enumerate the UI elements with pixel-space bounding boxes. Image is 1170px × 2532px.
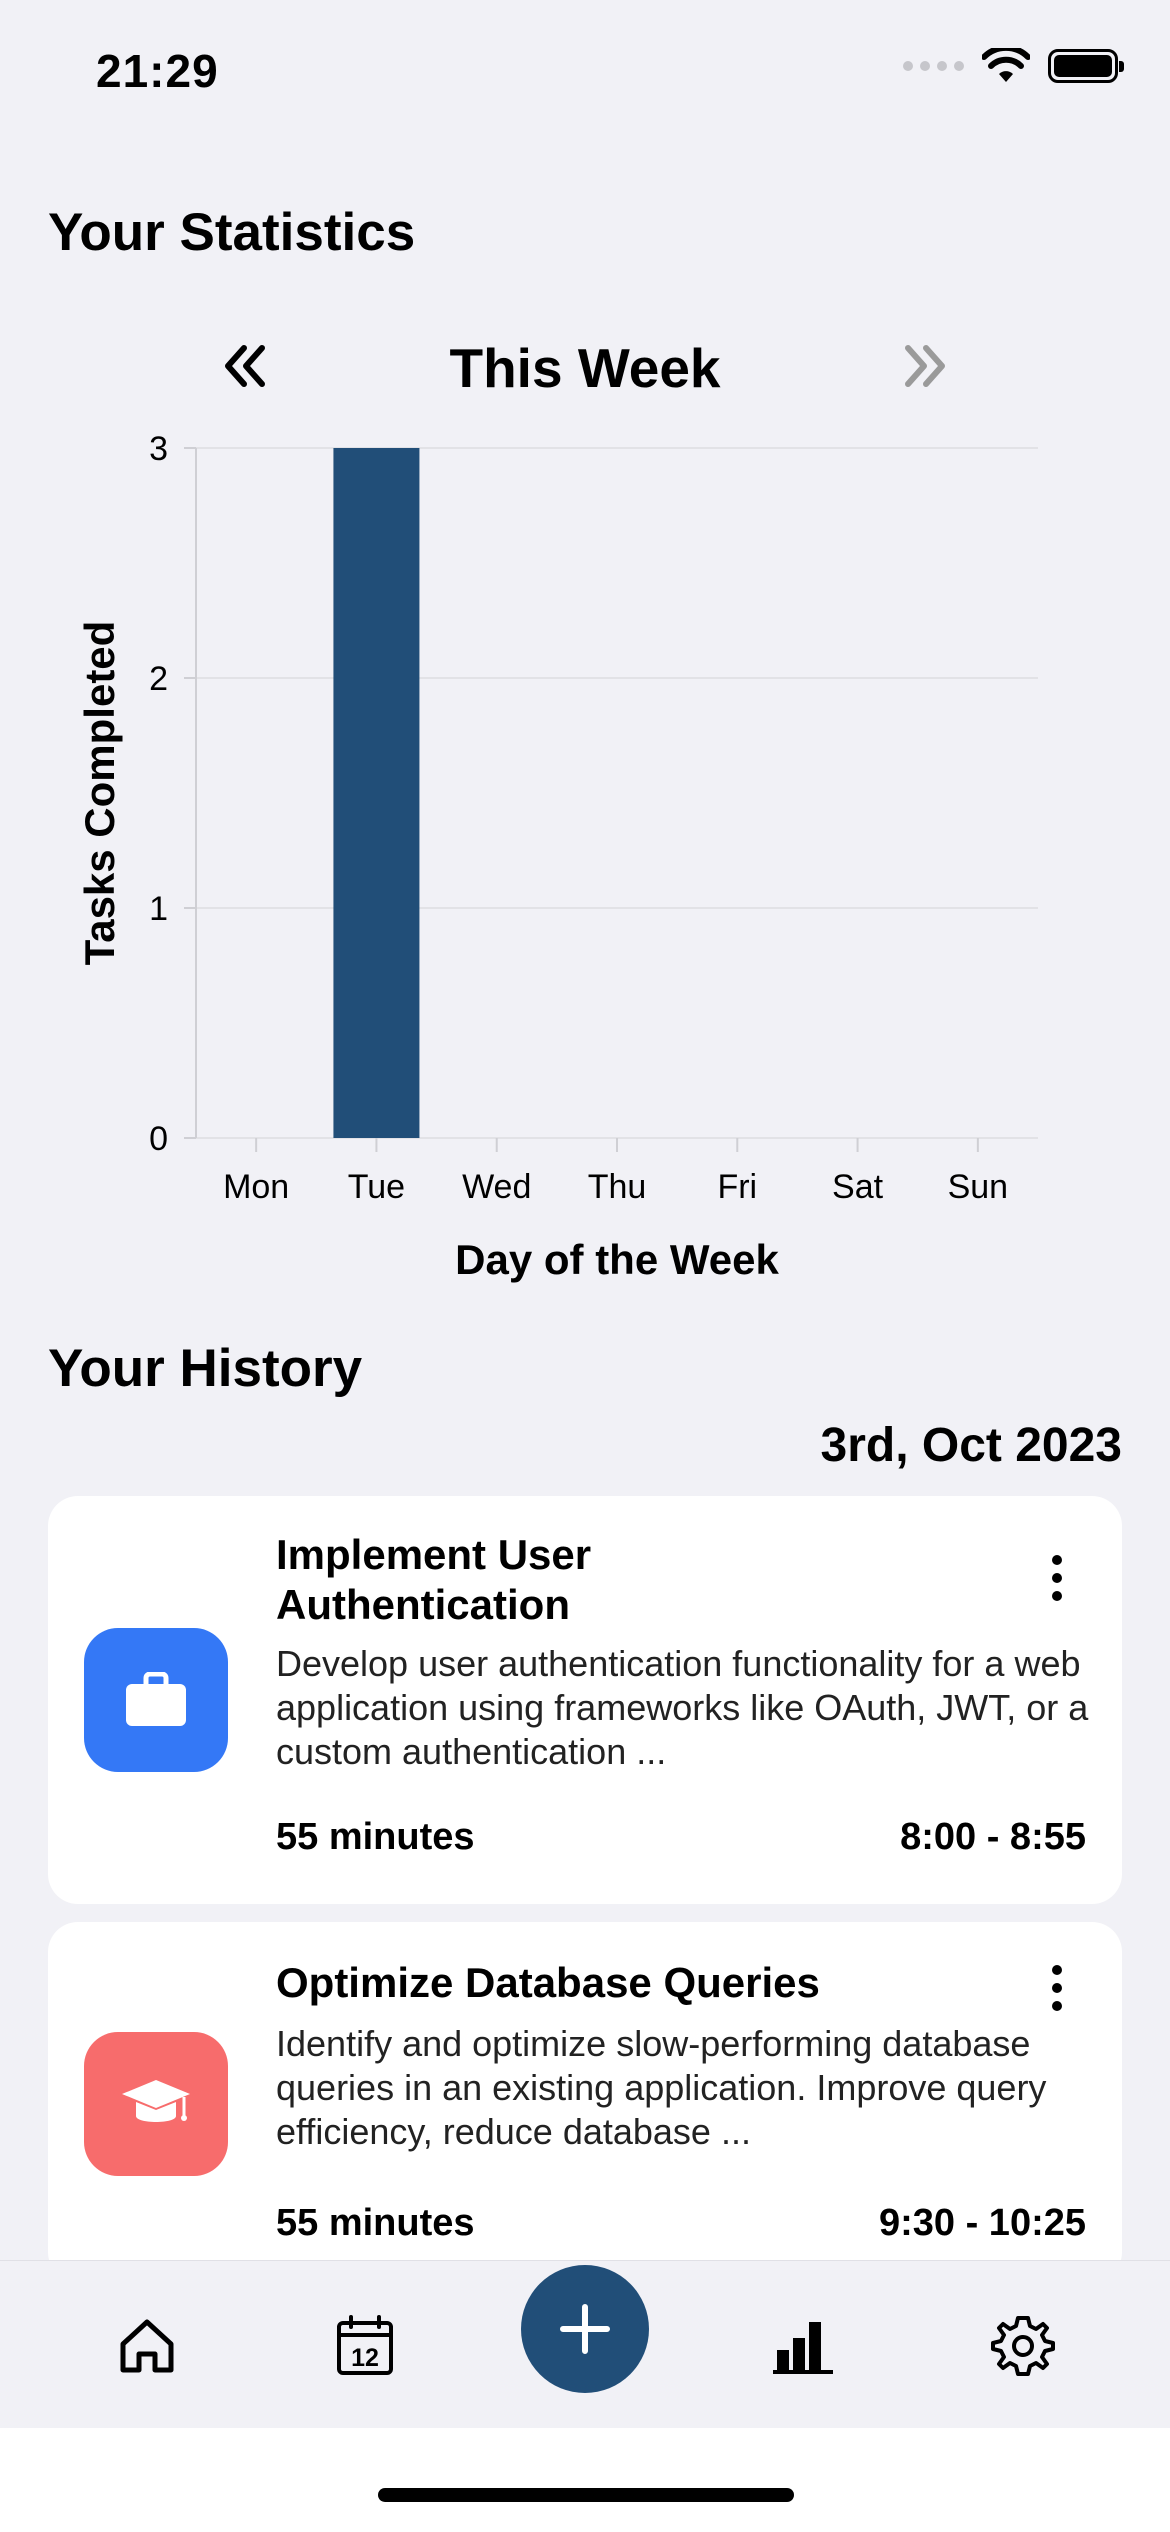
x-axis-title: Day of the Week <box>455 1236 779 1283</box>
card-title: Implement User Authentication <box>276 1531 592 1628</box>
task-category-icon <box>84 2032 228 2176</box>
home-indicator-area <box>0 2428 1170 2532</box>
x-tick-label: Sat <box>832 1168 884 1206</box>
wifi-icon <box>982 48 1030 82</box>
y-tick-label: 1 <box>149 890 168 928</box>
plus-icon <box>560 2304 610 2354</box>
cellular-signal-icon <box>903 61 964 71</box>
calendar-icon: 12 <box>337 2315 393 2375</box>
card-time-range: 9:30 - 10:25 <box>878 2202 1086 2244</box>
tab-settings[interactable] <box>988 2311 1058 2381</box>
y-tick-label: 0 <box>149 1120 168 1158</box>
x-tick-label: Mon <box>223 1168 289 1206</box>
home-indicator[interactable] <box>378 2488 794 2502</box>
status-bar: 21:29 <box>0 0 1170 150</box>
bar-chart-icon <box>773 2322 833 2374</box>
tasks-bar-chart: 0 1 2 3 Mon Tue Wed Thu Fri Sat Sun Day of the Week… <box>76 430 1038 1283</box>
y-tick-label: 3 <box>149 430 168 468</box>
history-card[interactable]: Optimize Database Queries Identify and o… <box>48 1922 1122 2282</box>
y-tick-label: 2 <box>149 660 168 698</box>
card-more-options-button[interactable] <box>1042 1958 1072 2018</box>
x-tick-label: Thu <box>588 1168 647 1206</box>
card-more-options-button[interactable] <box>1042 1548 1072 1608</box>
tab-statistics[interactable] <box>768 2311 838 2381</box>
card-description: Develop user authentication functionalit… <box>276 1643 1089 1772</box>
tab-home[interactable] <box>112 2311 182 2381</box>
statistics-title: Your Statistics <box>48 203 416 262</box>
card-duration: 55 minutes <box>276 1816 475 1858</box>
battery-icon <box>1048 49 1124 83</box>
history-date: 3rd, Oct 2023 <box>820 1419 1123 1472</box>
calendar-day-number: 12 <box>351 2344 379 2372</box>
bar-tue <box>333 448 420 1138</box>
week-navigator: This Week <box>0 330 1170 410</box>
y-axis-title: Tasks Completed <box>76 621 123 966</box>
tab-bar: 12 <box>0 2260 1170 2429</box>
week-label: This Week <box>449 337 721 399</box>
double-chevron-right-icon <box>905 345 945 387</box>
card-description: Identify and optimize slow-performing da… <box>276 2023 1047 2152</box>
history-title: Your History <box>48 1339 363 1398</box>
card-duration: 55 minutes <box>276 2202 475 2244</box>
task-category-icon <box>84 1628 228 1772</box>
add-task-button[interactable] <box>521 2265 649 2393</box>
x-tick-label: Tue <box>348 1168 405 1206</box>
card-title: Optimize Database Queries <box>276 1959 820 2006</box>
x-tick-label: Fri <box>717 1168 757 1206</box>
x-tick-label: Wed <box>462 1168 531 1206</box>
graduation-cap-icon <box>122 2080 190 2122</box>
card-time-range: 8:00 - 8:55 <box>900 1816 1086 1858</box>
gear-icon <box>991 2316 1055 2376</box>
history-card[interactable]: Implement User Authentication Develop us… <box>48 1496 1122 1904</box>
briefcase-icon <box>126 1672 186 1726</box>
status-time: 21:29 <box>96 45 219 97</box>
next-week-button[interactable] <box>896 336 956 396</box>
tab-calendar[interactable]: 12 <box>330 2311 400 2381</box>
home-icon <box>120 2319 174 2373</box>
x-tick-label: Sun <box>948 1168 1009 1206</box>
status-icons <box>903 48 1124 84</box>
